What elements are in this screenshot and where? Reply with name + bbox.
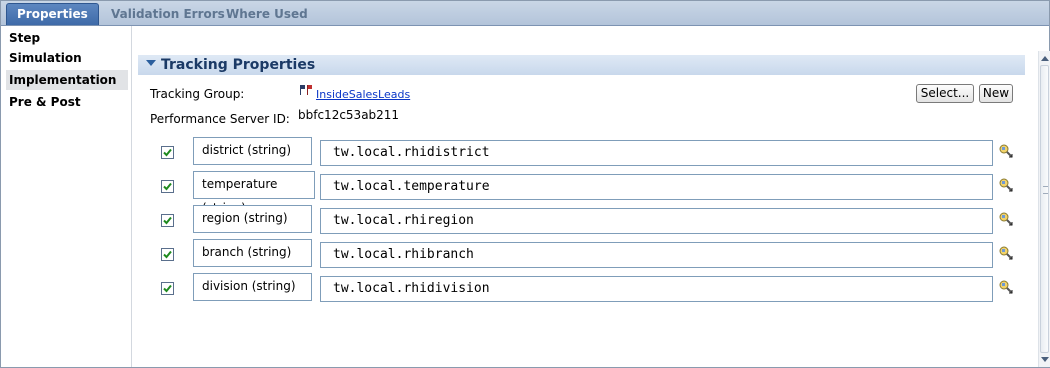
- field-name-label: district (string): [193, 137, 312, 165]
- tab-where-used[interactable]: Where Used: [226, 4, 308, 25]
- track-checkbox[interactable]: [161, 248, 174, 261]
- select-button[interactable]: Select...: [916, 84, 974, 103]
- checkmark-icon: [163, 216, 172, 225]
- server-id-value: bbfc12c53ab211: [298, 108, 400, 122]
- nav-item-step[interactable]: Step: [6, 28, 128, 48]
- field-name-label: branch (string): [193, 239, 312, 267]
- checkmark-icon: [163, 250, 172, 259]
- variable-picker-icon[interactable]: [998, 279, 1014, 295]
- server-id-label: Performance Server ID:: [150, 112, 290, 126]
- field-name-label: temperature (string): [193, 171, 315, 215]
- tracking-group-label: Tracking Group:: [150, 87, 245, 101]
- checkmark-icon: [163, 148, 172, 157]
- vertical-scrollbar[interactable]: [1038, 51, 1050, 367]
- variable-picker-icon[interactable]: [998, 245, 1014, 261]
- field-name-label: division (string): [193, 273, 312, 301]
- track-checkbox[interactable]: [161, 146, 174, 159]
- tab-properties[interactable]: Properties: [6, 3, 99, 25]
- field-row: branch (string) tw.local.rhibranch: [132, 239, 1038, 269]
- section-title: Tracking Properties: [161, 57, 316, 73]
- new-button[interactable]: New: [979, 84, 1013, 103]
- field-value-input[interactable]: tw.local.temperature: [320, 174, 993, 200]
- nav-item-pre-post[interactable]: Pre & Post: [6, 92, 128, 112]
- track-checkbox[interactable]: [161, 180, 174, 193]
- scroll-down-arrow-icon[interactable]: [1041, 357, 1049, 362]
- field-value-input[interactable]: tw.local.rhidistrict: [320, 140, 993, 166]
- collapse-triangle-icon[interactable]: [146, 60, 156, 66]
- field-value-input[interactable]: tw.local.rhidivision: [320, 276, 993, 302]
- nav-item-simulation[interactable]: Simulation: [6, 48, 128, 68]
- tracking-group-link[interactable]: InsideSalesLeads: [316, 88, 410, 101]
- nav-item-implementation[interactable]: Implementation: [6, 70, 128, 90]
- track-checkbox[interactable]: [161, 282, 174, 295]
- scroll-thumb[interactable]: [1040, 65, 1049, 353]
- variable-picker-icon[interactable]: [998, 143, 1014, 159]
- field-row: region (string) tw.local.rhiregion: [132, 205, 1038, 235]
- field-row: temperature (string) tw.local.temperatur…: [132, 171, 1038, 215]
- left-nav: Step Simulation Implementation Pre & Pos…: [2, 26, 132, 367]
- flag-icon: [300, 85, 312, 95]
- track-checkbox[interactable]: [161, 214, 174, 227]
- field-row: district (string) tw.local.rhidistrict: [132, 137, 1038, 167]
- field-value-input[interactable]: tw.local.rhibranch: [320, 242, 993, 268]
- checkmark-icon: [163, 182, 172, 191]
- variable-picker-icon[interactable]: [998, 177, 1014, 193]
- tracking-properties-header[interactable]: Tracking Properties: [138, 55, 1025, 75]
- content-area: Tracking Properties Tracking Group: Insi…: [132, 26, 1038, 367]
- field-row: division (string) tw.local.rhidivision: [132, 273, 1038, 303]
- tab-validation-errors[interactable]: Validation Errors: [111, 4, 225, 25]
- properties-panel: Properties Validation Errors Where Used …: [0, 0, 1050, 368]
- scroll-up-arrow-icon[interactable]: [1041, 56, 1049, 61]
- checkmark-icon: [163, 284, 172, 293]
- scroll-grip-icon: [1043, 186, 1048, 194]
- variable-picker-icon[interactable]: [998, 211, 1014, 227]
- tab-bar: Properties Validation Errors Where Used: [1, 1, 1049, 26]
- field-name-label: region (string): [193, 205, 312, 233]
- field-value-input[interactable]: tw.local.rhiregion: [320, 208, 993, 234]
